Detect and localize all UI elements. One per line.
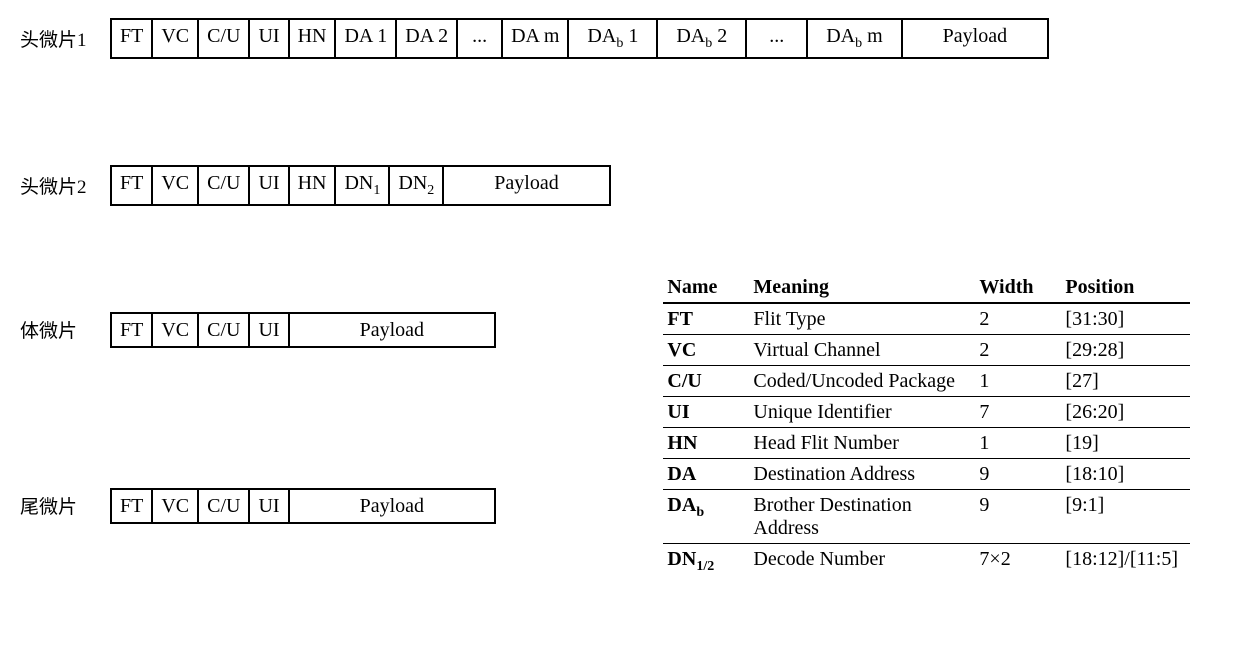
head-flit-2-label: 头微片2 bbox=[20, 172, 110, 199]
flit-cell: DA 1 bbox=[334, 20, 395, 57]
flit-cell: UI bbox=[248, 314, 287, 346]
flit-cell: DN2 bbox=[388, 167, 442, 204]
flit-cell: VC bbox=[151, 167, 197, 204]
col-header-position: Position bbox=[1061, 272, 1190, 303]
flit-cell: Payload bbox=[288, 314, 494, 346]
body-flit-row: 体微片 FT VC C/U UI Payload bbox=[20, 312, 496, 348]
flit-cell: DA m bbox=[501, 20, 567, 57]
flit-cell: C/U bbox=[197, 314, 248, 346]
flit-cell: UI bbox=[248, 167, 287, 204]
field-definition-table: Name Meaning Width Position FT Flit Type… bbox=[663, 272, 1190, 578]
tail-flit-label: 尾微片 bbox=[20, 492, 110, 519]
head-flit-1-row: 头微片1 FT VC C/U UI HN DA 1 DA 2 ... DA m … bbox=[20, 18, 1220, 59]
flit-cell: FT bbox=[110, 167, 151, 204]
flit-cell: UI bbox=[248, 20, 287, 57]
flit-cell: ... bbox=[456, 20, 501, 57]
flit-cell: ... bbox=[745, 20, 806, 57]
table-row: HN Head Flit Number 1 [19] bbox=[663, 427, 1190, 458]
head-flit-2-layout: FT VC C/U UI HN DN1 DN2 Payload bbox=[110, 165, 611, 206]
flit-cell: Payload bbox=[442, 167, 608, 204]
head-flit-1-label: 头微片1 bbox=[20, 25, 110, 52]
flit-cell: Payload bbox=[288, 490, 494, 522]
flit-cell: FT bbox=[110, 20, 151, 57]
table-row: DA Destination Address 9 [18:10] bbox=[663, 458, 1190, 489]
table-row: FT Flit Type 2 [31:30] bbox=[663, 303, 1190, 335]
flit-cell: DN1 bbox=[334, 167, 388, 204]
tail-flit-layout: FT VC C/U UI Payload bbox=[110, 488, 496, 524]
col-header-meaning: Meaning bbox=[749, 272, 975, 303]
table-row: DN1/2 Decode Number 7×2 [18:12]/[11:5] bbox=[663, 543, 1190, 578]
flit-cell: UI bbox=[248, 490, 287, 522]
head-flit-1-layout: FT VC C/U UI HN DA 1 DA 2 ... DA m DAb 1… bbox=[110, 18, 1049, 59]
flit-cell: DAb 2 bbox=[656, 20, 745, 57]
flit-cell: FT bbox=[110, 314, 151, 346]
flit-cell: C/U bbox=[197, 167, 248, 204]
col-header-name: Name bbox=[663, 272, 749, 303]
flit-cell: HN bbox=[288, 20, 335, 57]
table-row: C/U Coded/Uncoded Package 1 [27] bbox=[663, 365, 1190, 396]
flit-cell: VC bbox=[151, 20, 197, 57]
flit-cell: DAb 1 bbox=[567, 20, 656, 57]
table-row: UI Unique Identifier 7 [26:20] bbox=[663, 396, 1190, 427]
table-row: DAb Brother Destination Address 9 [9:1] bbox=[663, 489, 1190, 543]
flit-cell: VC bbox=[151, 490, 197, 522]
body-flit-layout: FT VC C/U UI Payload bbox=[110, 312, 496, 348]
flit-cell: FT bbox=[110, 490, 151, 522]
flit-cell: DA 2 bbox=[395, 20, 456, 57]
flit-cell: C/U bbox=[197, 20, 248, 57]
table-row: VC Virtual Channel 2 [29:28] bbox=[663, 334, 1190, 365]
head-flit-2-row: 头微片2 FT VC C/U UI HN DN1 DN2 Payload bbox=[20, 165, 1220, 206]
body-flit-label: 体微片 bbox=[20, 316, 110, 343]
tail-flit-row: 尾微片 FT VC C/U UI Payload bbox=[20, 488, 496, 524]
flit-cell: Payload bbox=[901, 20, 1047, 57]
flit-cell: HN bbox=[288, 167, 335, 204]
flit-cell: DAb m bbox=[806, 20, 900, 57]
flit-cell: C/U bbox=[197, 490, 248, 522]
flit-cell: VC bbox=[151, 314, 197, 346]
col-header-width: Width bbox=[975, 272, 1061, 303]
